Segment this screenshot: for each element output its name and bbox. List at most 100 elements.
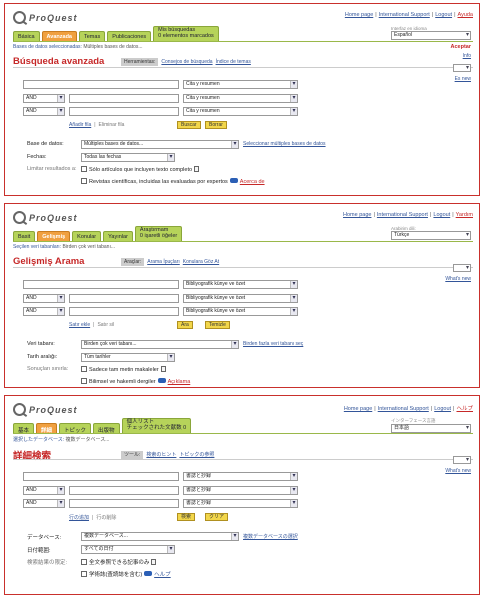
field-select-2[interactable]: Cita y resumen ▾ <box>183 94 298 103</box>
browse-topics-link[interactable]: Konulara Göz At <box>183 259 219 265</box>
search-input-3[interactable] <box>69 499 179 508</box>
side-select[interactable] <box>453 456 471 464</box>
info-link[interactable]: Info <box>463 53 471 59</box>
proquest-logo[interactable]: ProQuest <box>13 211 78 224</box>
tab-basic[interactable]: Básica <box>13 31 40 41</box>
search-tips-link[interactable]: Arama İpuçları <box>147 259 180 265</box>
home-page-link[interactable]: Home page <box>344 406 372 412</box>
search-button[interactable]: Ara <box>177 321 193 329</box>
peer-reviewed-help-link[interactable]: Acerca de <box>240 179 265 185</box>
language-select[interactable]: Español <box>391 31 471 40</box>
logout-link[interactable]: Logout <box>433 212 450 218</box>
home-page-link[interactable]: Home page <box>345 12 373 18</box>
field-select-1[interactable]: Bibliyografik künye ve özet ▾ <box>183 280 298 289</box>
search-input-2[interactable] <box>69 94 179 103</box>
search-input-3[interactable] <box>69 307 179 316</box>
operator-select-2[interactable]: AND ▾ <box>23 294 65 303</box>
international-support-link[interactable]: International Support <box>379 12 430 18</box>
database-select[interactable]: 複数データベース... ▾ <box>81 532 239 541</box>
selected-databases-link[interactable]: 選択したデータベース: <box>13 437 64 443</box>
logout-link[interactable]: Logout <box>434 406 451 412</box>
browse-topics-link[interactable]: トピックの参照 <box>179 452 214 458</box>
whats-new-link[interactable]: What's new <box>445 468 471 474</box>
tab-advanced[interactable]: Gelişmiş <box>37 231 71 241</box>
field-select-3[interactable]: 書誌と抄録 ▾ <box>183 499 298 508</box>
help-link[interactable]: Ayuda <box>458 12 474 18</box>
search-input-2[interactable] <box>69 294 179 303</box>
whats-new-link[interactable]: Es new <box>455 76 471 82</box>
home-page-link[interactable]: Home page <box>343 212 371 218</box>
search-input-2[interactable] <box>69 486 179 495</box>
field-select-1[interactable]: Cita y resumen ▾ <box>183 80 298 89</box>
tab-advanced[interactable]: Avanzada <box>41 31 77 41</box>
logout-link[interactable]: Logout <box>435 12 452 18</box>
clear-button[interactable]: Borrar <box>205 121 227 129</box>
tab-topics[interactable]: トピック <box>59 423 92 434</box>
remove-row-link[interactable]: 行の削除 <box>96 515 116 521</box>
tab-my-research[interactable]: Mis búsquedas 0 elementos marcados <box>153 26 219 41</box>
date-range-select[interactable]: Todas las fechas ▾ <box>81 153 175 162</box>
add-row-link[interactable]: Satır ekle <box>69 322 90 328</box>
search-input-1[interactable] <box>23 80 179 89</box>
proquest-logo[interactable]: ProQuest <box>13 403 78 416</box>
select-multiple-databases-link[interactable]: Birden fazla veri tabanı seç <box>243 341 303 347</box>
remove-row-link[interactable]: Eliminar fila <box>99 122 125 128</box>
select-multiple-databases-link[interactable]: 複数データベースの選択 <box>243 533 298 540</box>
database-select[interactable]: Birden çok veri tabanı... ▾ <box>81 340 239 349</box>
peer-reviewed-checkbox[interactable] <box>81 378 87 384</box>
select-multiple-databases-link[interactable]: Seleccionar múltiples bases de datos <box>243 141 326 147</box>
language-accept-link[interactable]: Aceptar <box>451 44 471 50</box>
search-tips-link[interactable]: 検索のヒント <box>146 452 176 458</box>
side-select[interactable] <box>453 264 471 272</box>
selected-databases-link[interactable]: Seçilen veri tabanları: <box>13 244 61 250</box>
field-select-2[interactable]: 書誌と抄録 ▾ <box>183 486 298 495</box>
search-button[interactable]: Buscar <box>177 121 201 129</box>
clear-button[interactable]: Temizle <box>205 321 230 329</box>
tab-my-research[interactable]: 個人リスト チェックされた文献数 0 <box>121 418 192 433</box>
peer-reviewed-help-link[interactable]: Açıklama <box>168 379 191 385</box>
tab-advanced[interactable]: 詳細 <box>36 423 58 434</box>
language-select[interactable]: Türkçe <box>391 231 471 240</box>
field-select-1[interactable]: 書誌と抄録 ▾ <box>183 472 298 481</box>
date-range-select[interactable]: Tüm tarihler ▾ <box>81 353 175 362</box>
fulltext-checkbox[interactable] <box>81 166 87 172</box>
help-link[interactable]: Yardım <box>456 212 473 218</box>
peer-reviewed-checkbox[interactable] <box>81 571 87 577</box>
help-link[interactable]: ヘルプ <box>456 406 473 412</box>
date-range-select[interactable]: すべての日付 ▾ <box>81 545 175 554</box>
database-select[interactable]: Múltiples bases de datos... ▾ <box>81 140 239 149</box>
field-select-2[interactable]: Bibliyografik künye ve özet ▾ <box>183 294 298 303</box>
search-tips-link[interactable]: Consejos de búsqueda <box>161 59 212 65</box>
clear-button[interactable]: クリア <box>205 513 229 521</box>
peer-reviewed-checkbox[interactable] <box>81 178 87 184</box>
browse-topics-link[interactable]: Índice de temas <box>216 59 251 65</box>
whats-new-link[interactable]: What's new <box>445 276 471 282</box>
tab-topics[interactable]: Temas <box>79 31 106 41</box>
peer-reviewed-help-link[interactable]: ヘルプ <box>154 572 171 578</box>
field-select-3[interactable]: Bibliyografik künye ve özet ▾ <box>183 307 298 316</box>
tab-publications[interactable]: Publicaciones <box>107 31 152 41</box>
fulltext-checkbox[interactable] <box>81 366 87 372</box>
tab-topics[interactable]: Konular <box>72 231 102 241</box>
operator-select-2[interactable]: AND ▾ <box>23 94 65 103</box>
operator-select-3[interactable]: AND ▾ <box>23 499 65 508</box>
field-select-3[interactable]: Cita y resumen ▾ <box>183 107 298 116</box>
selected-databases-link[interactable]: Bases de datos seleccionadas: <box>13 44 82 50</box>
search-input-1[interactable] <box>23 472 179 481</box>
language-select[interactable]: 日本語 <box>391 424 471 433</box>
international-support-link[interactable]: International Support <box>378 406 429 412</box>
remove-row-link[interactable]: Satır sil <box>97 322 114 328</box>
operator-select-2[interactable]: AND ▾ <box>23 486 65 495</box>
search-input-3[interactable] <box>69 107 179 116</box>
tab-basic[interactable]: 基本 <box>13 423 35 434</box>
side-select[interactable] <box>453 64 471 72</box>
operator-select-3[interactable]: AND ▾ <box>23 107 65 116</box>
proquest-logo[interactable]: ProQuest <box>13 11 78 24</box>
operator-select-3[interactable]: AND ▾ <box>23 307 65 316</box>
tab-my-research[interactable]: Araştırmam 0 işaretli öğeler <box>134 226 183 241</box>
tab-basic[interactable]: Basit <box>13 231 36 241</box>
fulltext-checkbox[interactable] <box>81 559 87 565</box>
tab-publications[interactable]: 出版物 <box>93 423 120 434</box>
add-row-link[interactable]: 行の追加 <box>69 515 89 521</box>
search-input-1[interactable] <box>23 280 179 289</box>
